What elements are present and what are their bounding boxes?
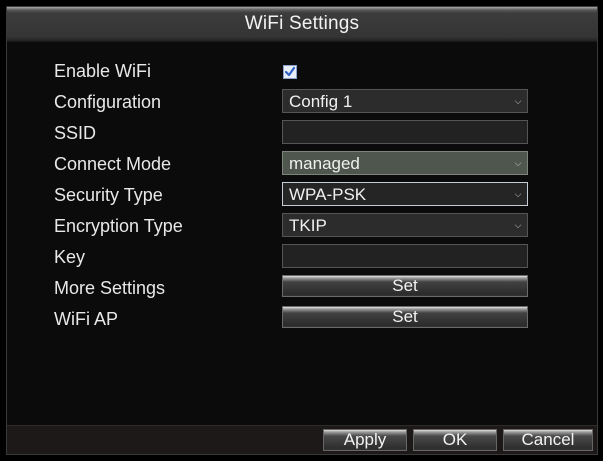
- wifi-ap-label: WiFi AP: [54, 309, 119, 329]
- chevron-down-icon: ⌵: [514, 96, 522, 106]
- encryption-type-value: TKIP: [289, 216, 327, 235]
- configuration-label: Configuration: [54, 92, 162, 112]
- chevron-down-icon: ⌵: [514, 220, 522, 230]
- ssid-label: SSID: [54, 123, 97, 143]
- ok-button[interactable]: OK: [413, 429, 497, 451]
- security-type-select[interactable]: WPA-PSK ⌵: [282, 182, 528, 206]
- title-bar: WiFi Settings: [7, 7, 597, 42]
- more-settings-set-button[interactable]: Set: [282, 275, 528, 297]
- configuration-select[interactable]: Config 1 ⌵: [282, 89, 528, 113]
- connect-mode-value: managed: [289, 154, 360, 173]
- security-type-value: WPA-PSK: [289, 185, 367, 204]
- check-icon: [284, 66, 296, 77]
- cancel-button[interactable]: Cancel: [503, 429, 593, 451]
- chevron-down-icon: ⌵: [514, 158, 522, 168]
- enable-wifi-checkbox[interactable]: [283, 65, 297, 79]
- apply-button[interactable]: Apply: [323, 429, 407, 451]
- configuration-value: Config 1: [289, 92, 353, 111]
- key-input[interactable]: [282, 244, 528, 268]
- key-label: Key: [54, 247, 86, 267]
- wifi-settings-dialog: WiFi Settings Enable WiFi Configuration …: [6, 6, 598, 455]
- wifi-ap-set-button[interactable]: Set: [282, 306, 528, 328]
- connect-mode-select[interactable]: managed ⌵: [282, 151, 528, 175]
- encryption-type-select[interactable]: TKIP ⌵: [282, 213, 528, 237]
- dialog-title: WiFi Settings: [244, 13, 360, 34]
- more-settings-label: More Settings: [54, 278, 166, 298]
- security-type-label: Security Type: [54, 185, 163, 205]
- chevron-down-icon: ⌵: [514, 189, 522, 199]
- footer-bar: Apply OK Cancel: [7, 425, 597, 454]
- enable-wifi-label: Enable WiFi: [54, 61, 152, 81]
- connect-mode-label: Connect Mode: [54, 154, 172, 174]
- encryption-type-label: Encryption Type: [54, 216, 183, 236]
- ssid-input[interactable]: [282, 120, 528, 144]
